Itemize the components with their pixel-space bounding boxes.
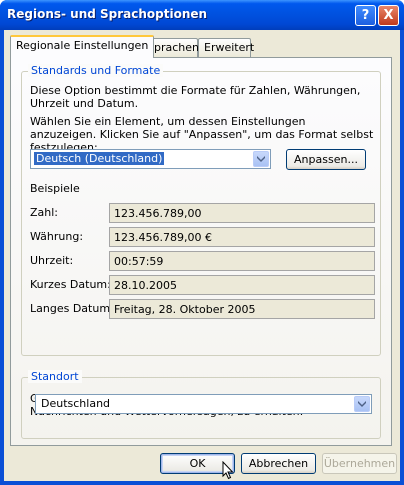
tab-panel: Standards und Formate Diese Option besti… [10,57,392,446]
example-value-currency: 123.456.789,00 € [109,227,375,247]
example-label-number: Zahl: [30,206,59,219]
apply-button[interactable]: Übernehmen [322,453,397,474]
format-select-value: Deutsch (Deutschland) [34,152,165,165]
location-legend: Standort [28,370,82,383]
example-value-time: 00:57:59 [109,251,375,271]
tab-label: Sprachen [147,41,199,54]
tab-advanced[interactable]: Erweitert [198,38,255,57]
tab-label: Regionale Einstellungen [16,39,149,52]
close-icon: X [383,8,394,23]
help-button[interactable]: ? [355,5,376,26]
example-value-number: 123.456.789,00 [109,203,375,223]
location-select-value: Deutschland [41,397,111,410]
close-button[interactable]: X [378,5,399,26]
example-value-long-date: Freitag, 28. Oktober 2005 [109,299,375,319]
dialog-client-area: Regionale Einstellungen Sprachen Erweite… [4,30,400,481]
example-label-long-date: Langes Datum: [30,302,114,315]
mouse-cursor-icon [222,460,234,483]
chevron-down-icon[interactable] [354,396,370,412]
location-select[interactable]: Deutschland [35,394,372,414]
standards-group: Standards und Formate Diese Option besti… [21,64,381,356]
title-bar[interactable]: Regions- und Sprachoptionen ? X [0,0,404,30]
example-label-currency: Währung: [30,230,84,243]
dialog-window: Regions- und Sprachoptionen ? X Regional… [0,0,404,485]
cancel-button[interactable]: Abbrechen [241,453,316,474]
standards-legend: Standards und Formate [28,64,164,77]
example-label-short-date: Kurzes Datum: [30,278,111,291]
tab-label: Erweitert [204,41,255,54]
help-icon: ? [361,8,370,23]
example-label-time: Uhrzeit: [30,254,74,267]
window-title: Regions- und Sprachoptionen [7,7,208,21]
examples-heading: Beispiele [30,182,80,195]
standards-description: Diese Option bestimmt die Formate für Za… [30,84,361,110]
customize-button[interactable]: Anpassen... [286,149,366,170]
chevron-down-icon[interactable] [253,151,269,167]
example-value-short-date: 28.10.2005 [109,275,375,295]
tab-regional-settings[interactable]: Regionale Einstellungen [10,35,155,58]
format-select[interactable]: Deutsch (Deutschland) [30,149,271,169]
